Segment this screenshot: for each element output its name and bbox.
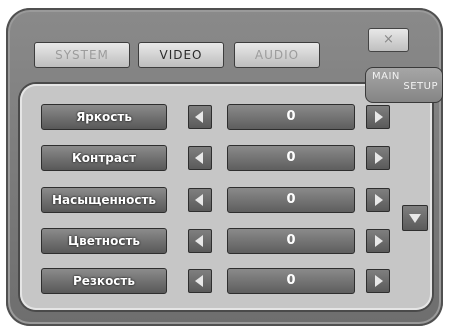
close-button[interactable]: × [368, 28, 409, 52]
arrow-left-icon [195, 235, 203, 247]
tab-audio[interactable]: AUDIO [234, 42, 320, 68]
main-setup-label-line1: MAIN [372, 71, 400, 82]
sharpness-value: 0 [227, 268, 355, 294]
arrow-left-icon [195, 111, 203, 123]
setting-label-contrast[interactable]: Контраст [41, 145, 167, 171]
arrow-left-icon [195, 194, 203, 206]
contrast-value: 0 [227, 145, 355, 171]
decrease-sharpness-button[interactable] [188, 269, 212, 293]
arrow-right-icon [375, 111, 383, 123]
brightness-value: 0 [227, 104, 355, 130]
saturation-value: 0 [227, 187, 355, 213]
arrow-right-icon [375, 194, 383, 206]
decrease-saturation-button[interactable] [188, 188, 212, 212]
decrease-hue-button[interactable] [188, 229, 212, 253]
setting-label-saturation[interactable]: Насыщенность [41, 187, 167, 213]
main-setup-label-line2: SETUP [403, 81, 438, 92]
setting-label-hue[interactable]: Цветность [41, 228, 167, 254]
arrow-right-icon [375, 152, 383, 164]
setting-label-brightness[interactable]: Яркость [41, 104, 167, 130]
decrease-brightness-button[interactable] [188, 105, 212, 129]
increase-hue-button[interactable] [366, 229, 390, 253]
hue-value: 0 [227, 228, 355, 254]
tab-system[interactable]: SYSTEM [34, 42, 130, 68]
increase-sharpness-button[interactable] [366, 269, 390, 293]
increase-contrast-button[interactable] [366, 146, 390, 170]
arrow-right-icon [375, 235, 383, 247]
arrow-down-icon [409, 214, 421, 223]
tab-video[interactable]: VIDEO [138, 42, 224, 68]
arrow-right-icon [375, 275, 383, 287]
arrow-left-icon [195, 275, 203, 287]
arrow-left-icon [195, 152, 203, 164]
increase-brightness-button[interactable] [366, 105, 390, 129]
setting-label-sharpness[interactable]: Резкость [41, 268, 167, 294]
close-icon: × [383, 32, 394, 47]
main-setup-button[interactable]: MAIN SETUP [365, 67, 443, 103]
decrease-contrast-button[interactable] [188, 146, 212, 170]
increase-saturation-button[interactable] [366, 188, 390, 212]
scroll-down-button[interactable] [402, 205, 428, 231]
